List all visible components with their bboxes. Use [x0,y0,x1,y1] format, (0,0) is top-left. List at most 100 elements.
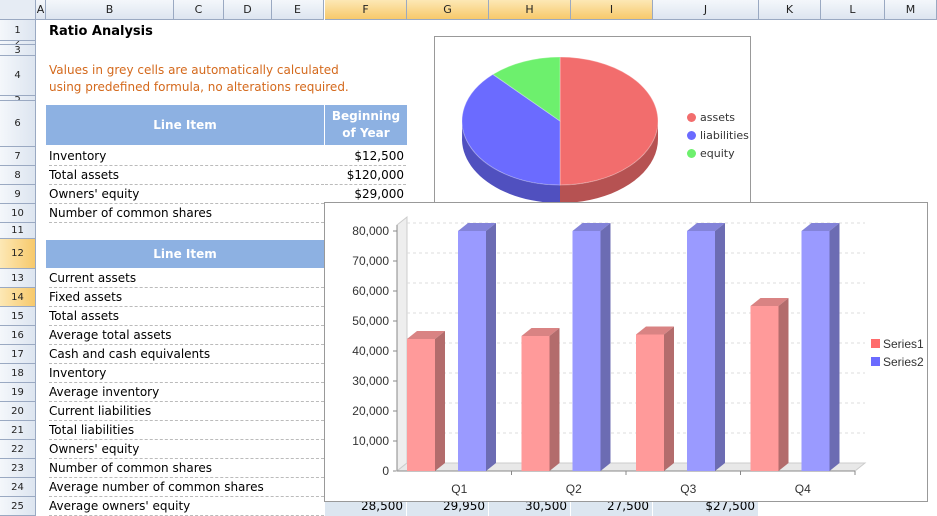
bar-chart[interactable]: 0 10,000 20,000 30,000 40,000 50,000 60,000 70,… [324,202,928,502]
legend-swatch [687,113,696,122]
pie-legend-item: equity [687,147,735,160]
row-header-15[interactable]: 15 [0,307,36,326]
row-header-12[interactable]: 12 [0,239,36,269]
bar-series1-q3 [636,334,664,471]
legend-label: liabilities [700,129,749,142]
row-header-18[interactable]: 18 [0,364,36,383]
bar-series1-q2 [521,336,550,471]
column-header-h[interactable]: H [489,0,571,20]
bar-side [715,223,725,471]
row-header-19[interactable]: 19 [0,383,36,402]
column-header-k[interactable]: K [759,0,821,20]
column-header-l[interactable]: L [821,0,885,20]
table1-row-label[interactable]: Inventory [49,147,324,166]
table2-row-label[interactable]: Fixed assets [49,288,324,307]
row-header-9[interactable]: 9 [0,185,36,204]
column-header-j[interactable]: J [653,0,759,20]
legend-label: equity [700,147,735,160]
y-tick-label: 0 [382,464,389,478]
row-header-6[interactable]: 6 [0,101,36,147]
bar-series1-q1 [407,339,435,471]
table1-row-value[interactable]: $120,000 [325,166,406,185]
x-tick-label: Q4 [795,482,811,496]
x-tick-label: Q2 [566,482,582,496]
instruction-note: Values in grey cells are automatically c… [49,63,349,94]
row-header-22[interactable]: 22 [0,440,36,459]
column-header-b[interactable]: B [46,0,174,20]
row-header-20[interactable]: 20 [0,402,36,421]
table2-row-label[interactable]: Current assets [49,269,324,288]
row-header-13[interactable]: 13 [0,269,36,288]
column-header-g[interactable]: G [407,0,489,20]
table2-header-item[interactable]: Line Item [46,240,324,268]
row-header-24[interactable]: 24 [0,478,36,497]
table2-row-label[interactable]: Inventory [49,364,324,383]
column-header-d[interactable]: D [224,0,272,20]
chart-side-wall [396,215,408,473]
select-all-corner[interactable] [0,0,36,20]
column-header-c[interactable]: C [174,0,224,20]
table1-row-label[interactable]: Owners' equity [49,185,324,204]
x-tick-label: Q3 [680,482,696,496]
column-header-f[interactable]: F [325,0,407,20]
y-tick-label: 20,000 [352,404,389,418]
row-header-25[interactable]: 25 [0,497,36,516]
table2-row-label[interactable]: Total assets [49,307,324,326]
bar-side [600,223,611,471]
table1-header-item[interactable]: Line Item [46,105,324,145]
table2-row-label[interactable]: Current liabilities [49,402,324,421]
bar-series2-q3 [687,231,715,471]
row-header-14[interactable]: 14 [0,288,36,307]
table2-row-label[interactable]: Cash and cash equivalents [49,345,324,364]
bar-plot: 0 10,000 20,000 30,000 40,000 50,000 60,000 70,… [352,215,924,496]
legend-label: Series2 [883,355,924,369]
table2-row-label[interactable]: Average inventory [49,383,324,402]
row-header-11[interactable]: 11 [0,223,36,239]
legend-swatch [687,131,696,140]
y-tick-label: 60,000 [352,284,389,298]
bar-side [778,298,789,471]
table1-row-label[interactable]: Total assets [49,166,324,185]
row-header-21[interactable]: 21 [0,421,36,440]
table1-header-boy[interactable]: Beginning of Year [325,105,407,145]
table2-row-label[interactable]: Owners' equity [49,440,324,459]
pie-legend-item: assets [687,111,735,124]
bar-series2-q1 [458,231,486,471]
y-tick-label: 30,000 [352,374,389,388]
pie-legend-item: liabilities [687,129,749,142]
row-header-17[interactable]: 17 [0,345,36,364]
column-header-m[interactable]: M [885,0,937,20]
row-header-8[interactable]: 8 [0,166,36,185]
y-tick-label: 80,000 [352,224,389,238]
legend-swatch [871,357,880,366]
legend-label: Series1 [883,337,924,351]
table2-row-label[interactable]: Number of common shares [49,459,324,478]
table1-row-label[interactable]: Number of common shares [49,204,324,223]
x-tick-label: Q1 [451,482,467,496]
table2-row-label[interactable]: Average total assets [49,326,324,345]
bar-series2-q2 [572,231,601,471]
bar-side [486,223,496,471]
y-tick-label: 40,000 [352,344,389,358]
legend-swatch [871,339,880,348]
legend-swatch [687,149,696,158]
column-header-i[interactable]: I [571,0,653,20]
y-tick-label: 10,000 [352,434,389,448]
table2-row-label[interactable]: Average number of common shares [49,478,324,497]
table2-row-label[interactable]: Total liabilities [49,421,324,440]
table2-row-label[interactable]: Average owners' equity [49,497,324,516]
pie-chart[interactable]: assets liabilities equity [434,36,751,206]
column-header-e[interactable]: E [272,0,324,20]
y-tick-label: 50,000 [352,314,389,328]
bar-side [664,326,674,471]
row-header-1[interactable]: 1 [0,20,36,41]
row-header-23[interactable]: 23 [0,459,36,478]
column-header-a[interactable]: A [36,0,46,20]
row-header-4[interactable]: 4 [0,56,36,96]
y-tick-label: 70,000 [352,254,389,268]
row-header-10[interactable]: 10 [0,204,36,223]
row-header-3[interactable]: 3 [0,45,36,56]
row-header-16[interactable]: 16 [0,326,36,345]
table1-row-value[interactable]: $12,500 [325,147,406,166]
row-header-7[interactable]: 7 [0,147,36,166]
